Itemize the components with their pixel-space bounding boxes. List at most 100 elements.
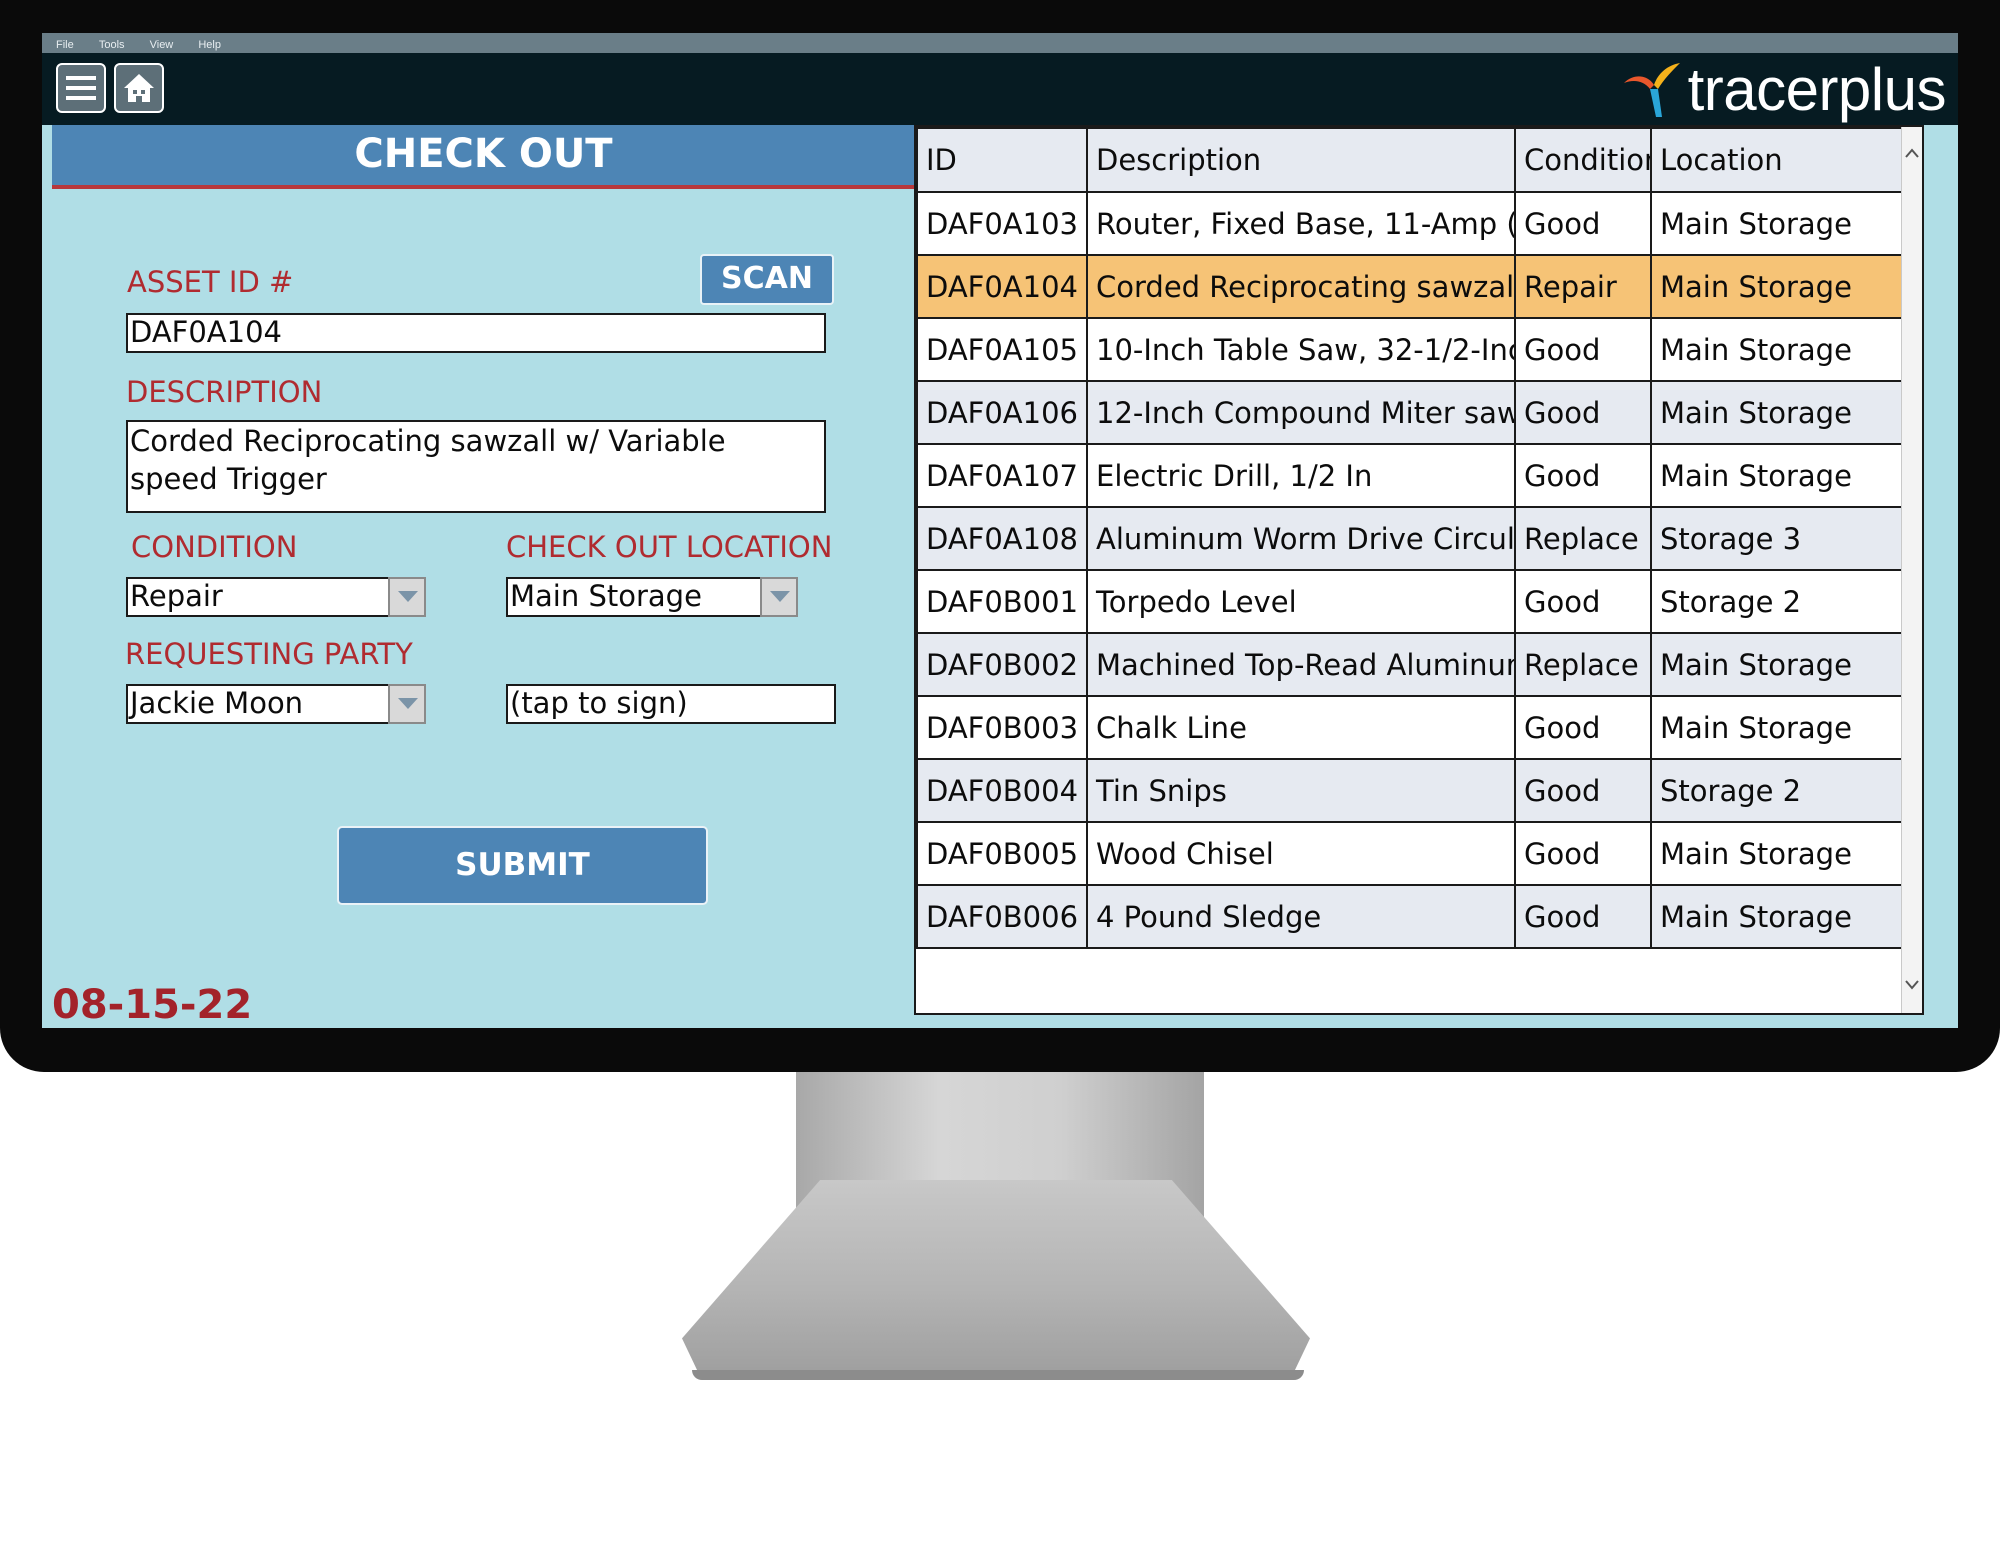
- cell-location: Main Storage: [1650, 380, 1907, 445]
- column-header-location[interactable]: Location: [1650, 127, 1907, 193]
- cell-id: DAF0A105: [916, 317, 1088, 382]
- cell-condition: Good: [1514, 695, 1652, 760]
- description-field[interactable]: Corded Reciprocating sawzall w/ Variable…: [126, 420, 826, 513]
- table-row[interactable]: DAF0B006 4 Pound Sledge Good Main Storage: [916, 884, 1907, 949]
- menu-bar: File Tools View Help: [42, 33, 1958, 53]
- form-title: CHECK OUT: [52, 125, 915, 189]
- cell-location: Storage 3: [1650, 506, 1907, 571]
- cell-location: Storage 2: [1650, 569, 1907, 634]
- cell-id: DAF0B002: [916, 632, 1088, 697]
- table-row[interactable]: DAF0B003 Chalk Line Good Main Storage: [916, 695, 1907, 760]
- cell-description: Tin Snips: [1086, 758, 1516, 823]
- cell-condition: Good: [1514, 380, 1652, 445]
- cell-id: DAF0A106: [916, 380, 1088, 445]
- cell-description: 12-Inch Compound Miter saw: [1086, 380, 1516, 445]
- cell-condition: Good: [1514, 317, 1652, 382]
- cell-condition: Good: [1514, 569, 1652, 634]
- cell-location: Main Storage: [1650, 443, 1907, 508]
- scroll-up-chevron-icon[interactable]: [1905, 147, 1919, 161]
- condition-select[interactable]: Repair: [126, 577, 390, 617]
- cell-description: Aluminum Worm Drive Circular: [1086, 506, 1516, 571]
- cell-condition: Repair: [1514, 254, 1652, 319]
- cell-id: DAF0B001: [916, 569, 1088, 634]
- table-row[interactable]: DAF0A108 Aluminum Worm Drive Circular Repl…: [916, 506, 1907, 571]
- scan-button[interactable]: SCAN: [700, 254, 834, 305]
- table-row[interactable]: DAF0A103 Router, Fixed Base, 11-Amp (6 Goo…: [916, 191, 1907, 256]
- cell-condition: Replace: [1514, 506, 1652, 571]
- cell-id: DAF0B004: [916, 758, 1088, 823]
- checkout-location-select[interactable]: Main Storage: [506, 577, 762, 617]
- cell-condition: Good: [1514, 758, 1652, 823]
- cell-description: 10-Inch Table Saw, 32-1/2-Inch: [1086, 317, 1516, 382]
- cell-location: Main Storage: [1650, 254, 1907, 319]
- tracerplus-logo: tracerplus: [1620, 56, 1947, 123]
- cell-location: Storage 2: [1650, 758, 1907, 823]
- tracerplus-logo-mark-icon: [1623, 63, 1680, 117]
- cell-id: DAF0A108: [916, 506, 1088, 571]
- monitor-stand-edge: [692, 1370, 1304, 1380]
- cell-condition: Good: [1514, 884, 1652, 949]
- table-row[interactable]: DAF0B005 Wood Chisel Good Main Storage: [916, 821, 1907, 886]
- cell-id: DAF0A103: [916, 191, 1088, 256]
- column-header-id[interactable]: ID: [916, 127, 1088, 193]
- cell-description: Electric Drill, 1/2 In: [1086, 443, 1516, 508]
- cell-description: Torpedo Level: [1086, 569, 1516, 634]
- cell-condition: Good: [1514, 821, 1652, 886]
- requesting-party-select[interactable]: Jackie Moon: [126, 684, 390, 724]
- current-date: 08-15-22: [52, 982, 253, 1028]
- column-header-description[interactable]: Description: [1086, 127, 1516, 193]
- cell-description: 4 Pound Sledge: [1086, 884, 1516, 949]
- app-toolbar: tracerplus: [42, 53, 1958, 125]
- asset-table-grid: ID Description Condition Location DAF0A1…: [916, 127, 1907, 949]
- table-row[interactable]: DAF0B002 Machined Top-Read Aluminum Replac…: [916, 632, 1907, 697]
- logo-text: tracerplus: [1687, 55, 1947, 123]
- table-body: DAF0A103 Router, Fixed Base, 11-Amp (6 Goo…: [916, 191, 1907, 949]
- cell-description: Wood Chisel: [1086, 821, 1516, 886]
- home-icon: [124, 74, 154, 102]
- cell-description: Chalk Line: [1086, 695, 1516, 760]
- cell-location: Main Storage: [1650, 632, 1907, 697]
- cell-condition: Good: [1514, 191, 1652, 256]
- cell-location: Main Storage: [1650, 191, 1907, 256]
- cell-id: DAF0B003: [916, 695, 1088, 760]
- requesting-party-dropdown-chevron-icon[interactable]: [388, 684, 426, 724]
- scroll-down-chevron-icon[interactable]: [1905, 977, 1919, 991]
- condition-label: CONDITION: [131, 530, 298, 564]
- column-header-condition[interactable]: Condition: [1514, 127, 1652, 193]
- table-scrollbar[interactable]: [1901, 127, 1922, 1013]
- monitor-stand-base: [682, 1180, 1310, 1378]
- location-dropdown-chevron-icon[interactable]: [760, 577, 798, 617]
- cell-description: Machined Top-Read Aluminum: [1086, 632, 1516, 697]
- menu-help[interactable]: Help: [192, 39, 227, 51]
- cell-location: Main Storage: [1650, 317, 1907, 382]
- table-row[interactable]: DAF0A107 Electric Drill, 1/2 In Good Main S…: [916, 443, 1907, 508]
- cell-condition: Good: [1514, 443, 1652, 508]
- asset-id-input[interactable]: DAF0A104: [126, 313, 826, 353]
- table-row[interactable]: DAF0A104 Corded Reciprocating sawzall w Re…: [916, 254, 1907, 319]
- cell-id: DAF0B005: [916, 821, 1088, 886]
- cell-description: Router, Fixed Base, 11-Amp (6: [1086, 191, 1516, 256]
- cell-location: Main Storage: [1650, 821, 1907, 886]
- table-header-row: ID Description Condition Location: [916, 127, 1907, 193]
- cell-id: DAF0B006: [916, 884, 1088, 949]
- cell-location: Main Storage: [1650, 884, 1907, 949]
- menu-button[interactable]: [56, 63, 106, 113]
- table-row[interactable]: DAF0A106 12-Inch Compound Miter saw Good Ma…: [916, 380, 1907, 445]
- menu-tools[interactable]: Tools: [93, 39, 131, 51]
- cell-location: Main Storage: [1650, 695, 1907, 760]
- table-row[interactable]: DAF0A105 10-Inch Table Saw, 32-1/2-Inch Go…: [916, 317, 1907, 382]
- cell-condition: Replace: [1514, 632, 1652, 697]
- condition-dropdown-chevron-icon[interactable]: [388, 577, 426, 617]
- submit-button[interactable]: SUBMIT: [337, 826, 708, 905]
- table-row[interactable]: DAF0B001 Torpedo Level Good Storage 2: [916, 569, 1907, 634]
- table-row[interactable]: DAF0B004 Tin Snips Good Storage 2: [916, 758, 1907, 823]
- asset-table: ID Description Condition Location DAF0A1…: [914, 125, 1924, 1015]
- description-label: DESCRIPTION: [126, 375, 323, 409]
- cell-id: DAF0A104: [916, 254, 1088, 319]
- asset-id-label: ASSET ID #: [127, 265, 294, 299]
- menu-file[interactable]: File: [50, 39, 80, 51]
- menu-view[interactable]: View: [144, 39, 180, 51]
- cell-id: DAF0A107: [916, 443, 1088, 508]
- home-button[interactable]: [114, 63, 164, 113]
- signature-field[interactable]: (tap to sign): [506, 684, 836, 724]
